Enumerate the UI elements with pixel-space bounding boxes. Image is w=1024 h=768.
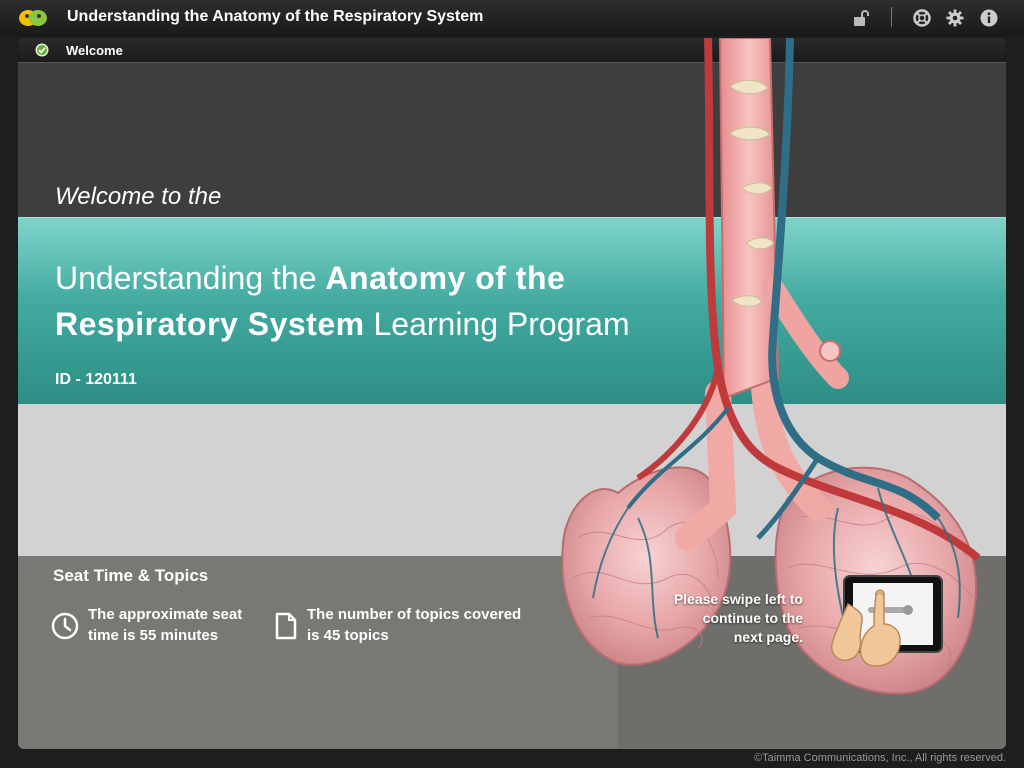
- copyright-text: ©Taimma Communications, Inc., All rights…: [753, 752, 1006, 764]
- app-title: Understanding the Anatomy of the Respira…: [67, 8, 484, 25]
- topics-line-2: is 45 topics: [307, 627, 389, 644]
- info-band-right: [618, 556, 1006, 749]
- seat-time-info: The approximate seat time is 55 minutes: [88, 604, 278, 646]
- welcome-text: Welcome to the: [55, 183, 222, 210]
- app-logo-icon: [19, 10, 47, 26]
- seat-time-line-1: The approximate seat: [88, 606, 243, 623]
- top-bar: Understanding the Anatomy of the Respira…: [0, 0, 1024, 36]
- toolbar-divider: [891, 7, 892, 27]
- tab-welcome[interactable]: Welcome: [66, 43, 123, 58]
- topics-info: The number of topics covered is 45 topic…: [307, 604, 547, 646]
- check-circle-icon: [35, 43, 49, 57]
- gear-icon[interactable]: [946, 9, 964, 27]
- content-card: Welcome Welcome to the Understanding the…: [18, 38, 1006, 749]
- seat-time-line-2: time is 55 minutes: [88, 627, 219, 644]
- document-icon: [275, 612, 297, 640]
- seat-time-heading: Seat Time & Topics: [53, 566, 209, 585]
- swipe-line-3: next page.: [733, 629, 803, 645]
- tablet-swipe-icon: [830, 575, 943, 667]
- swipe-instruction: Please swipe left to continue to the nex…: [638, 590, 803, 647]
- swipe-line-1: Please swipe left to: [673, 591, 803, 607]
- title-band: Understanding the Anatomy of the Respira…: [18, 217, 1006, 405]
- course-title-line-1: Understanding the Anatomy of the: [55, 260, 566, 296]
- swipe-line-2: continue to the: [702, 610, 803, 626]
- info-icon[interactable]: [980, 9, 998, 27]
- tab-bar: Welcome: [18, 38, 1006, 63]
- light-band: [18, 404, 1006, 556]
- clock-icon: [51, 612, 79, 640]
- course-id: ID - 120111: [55, 371, 137, 388]
- lifebuoy-icon[interactable]: [913, 9, 931, 27]
- topics-line-1: The number of topics covered: [307, 606, 522, 623]
- course-title-line-2: Respiratory System Learning Program: [55, 306, 630, 342]
- lock-open-icon[interactable]: [852, 9, 870, 27]
